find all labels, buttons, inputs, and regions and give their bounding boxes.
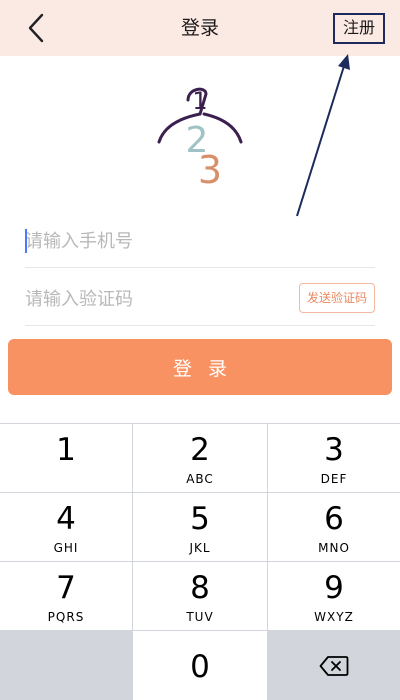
numeric-keypad: 1 2 ABC 3 DEF 4 GHI 5 JKL 6 MNO 7 PQRS 8…: [0, 423, 400, 700]
key-4[interactable]: 4 GHI: [0, 493, 132, 561]
key-3[interactable]: 3 DEF: [268, 424, 400, 492]
key-8[interactable]: 8 TUV: [133, 562, 267, 630]
phone-input[interactable]: [25, 214, 375, 268]
key-9[interactable]: 9 WXYZ: [268, 562, 400, 630]
key-letters: WXYZ: [314, 610, 354, 624]
key-number: 5: [190, 501, 210, 537]
key-6[interactable]: 6 MNO: [268, 493, 400, 561]
key-number: 9: [324, 570, 344, 606]
chevron-left-icon: [28, 13, 44, 43]
key-5[interactable]: 5 JKL: [133, 493, 267, 561]
key-letters: MNO: [318, 541, 350, 555]
key-number: 2: [190, 432, 210, 468]
key-2[interactable]: 2 ABC: [133, 424, 267, 492]
verification-code-input[interactable]: [25, 272, 285, 326]
phone-field-row: [25, 214, 375, 268]
key-blank: [0, 631, 132, 700]
text-cursor: [25, 229, 27, 253]
back-button[interactable]: [22, 10, 56, 46]
login-button[interactable]: 登录: [8, 339, 392, 395]
backspace-icon: [319, 655, 349, 676]
key-letters: TUV: [186, 610, 214, 624]
key-1[interactable]: 1: [0, 424, 132, 492]
code-field-row: 发送验证码: [25, 272, 375, 326]
logo-digit-1: 1: [192, 87, 207, 115]
key-letters: PQRS: [47, 610, 85, 624]
nav-header: 登录 注册: [0, 0, 400, 56]
key-number: 0: [190, 649, 210, 685]
send-code-button[interactable]: 发送验证码: [299, 283, 375, 313]
key-number: 8: [190, 570, 210, 606]
key-number: 7: [56, 570, 76, 606]
key-letters: ABC: [186, 472, 214, 486]
key-letters: JKL: [189, 541, 211, 555]
key-7[interactable]: 7 PQRS: [0, 562, 132, 630]
key-letters: DEF: [320, 472, 348, 486]
key-letters: GHI: [53, 541, 79, 555]
key-number: 4: [56, 501, 76, 537]
register-button[interactable]: 注册: [333, 13, 385, 44]
app-logo: 1 2 3: [157, 87, 243, 190]
login-screen: 登录 注册 1 2 3 发送验证码 登录 1 2 ABC: [0, 0, 400, 700]
logo-digit-3: 3: [198, 148, 222, 190]
key-number: 6: [324, 501, 344, 537]
key-number: 3: [324, 432, 344, 468]
key-0[interactable]: 0: [133, 631, 267, 700]
key-number: 1: [56, 432, 76, 468]
backspace-key[interactable]: [268, 631, 400, 700]
